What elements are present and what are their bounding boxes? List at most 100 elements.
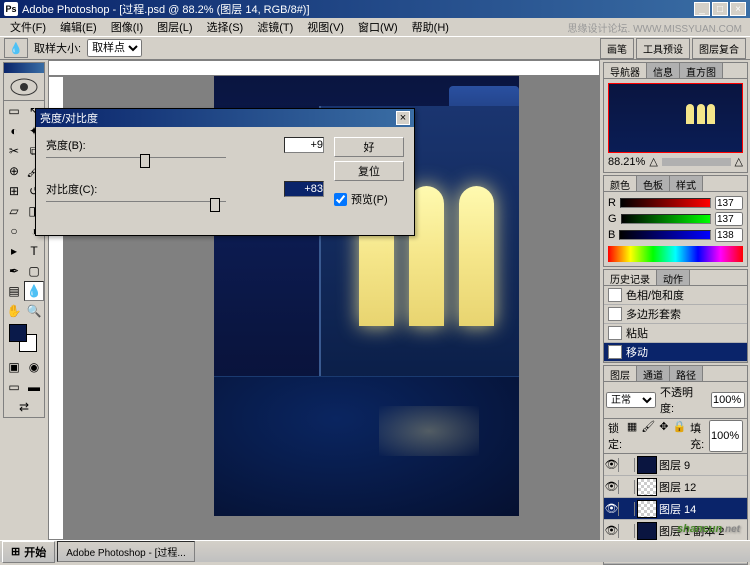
b-slider[interactable] [619, 230, 711, 240]
layer-item[interactable]: 👁图层 12 [604, 476, 747, 498]
fill-input[interactable] [709, 420, 743, 452]
taskbar-item[interactable]: Adobe Photoshop - [过程... [57, 541, 195, 562]
r-slider[interactable] [620, 198, 711, 208]
minimize-button[interactable]: _ [694, 2, 710, 16]
b-input[interactable] [715, 228, 743, 242]
marquee-tool[interactable]: ▭ [4, 101, 24, 121]
visibility-icon[interactable]: 👁 [605, 458, 619, 472]
quickmask-mode-icon[interactable]: ◉ [24, 357, 44, 377]
screen-mode-2-icon[interactable]: ▬ [24, 377, 44, 397]
menu-edit[interactable]: 编辑(E) [54, 18, 103, 36]
menu-window[interactable]: 窗口(W) [352, 18, 404, 36]
stamp-tool[interactable]: ⊞ [4, 181, 24, 201]
tab-histogram[interactable]: 直方图 [680, 63, 723, 78]
eyedropper-icon[interactable]: 💧 [4, 38, 28, 58]
standard-mode-icon[interactable]: ▣ [4, 357, 24, 377]
dock-tab-comps[interactable]: 图层复合 [692, 38, 746, 59]
color-spectrum[interactable] [608, 246, 743, 262]
menu-layer[interactable]: 图层(L) [151, 18, 198, 36]
brightness-slider[interactable] [46, 157, 226, 173]
ruler-horizontal[interactable] [48, 60, 600, 76]
maximize-button[interactable]: □ [712, 2, 728, 16]
dialog-titlebar[interactable]: 亮度/对比度 × [36, 109, 414, 127]
eraser-tool[interactable]: ▱ [4, 201, 24, 221]
shape-tool[interactable]: ▢ [24, 261, 44, 281]
link-icon[interactable] [621, 502, 635, 516]
opacity-input[interactable] [711, 392, 745, 408]
lock-move-icon[interactable]: ✥ [659, 420, 668, 452]
toolbox-header[interactable] [4, 63, 44, 73]
tab-paths[interactable]: 路径 [670, 366, 703, 381]
visibility-icon[interactable]: 👁 [605, 524, 619, 538]
tab-info[interactable]: 信息 [647, 63, 680, 78]
navigator-thumbnail[interactable] [608, 83, 743, 153]
r-input[interactable] [715, 196, 743, 210]
crop-tool[interactable]: ✂ [4, 141, 24, 161]
sample-size-select[interactable]: 取样点 [87, 39, 142, 57]
g-input[interactable] [715, 212, 743, 226]
layer-item[interactable]: 👁图层 14 [604, 498, 747, 520]
visibility-icon[interactable]: 👁 [605, 502, 619, 516]
ok-button[interactable]: 好 [334, 137, 404, 157]
menu-select[interactable]: 选择(S) [201, 18, 250, 36]
window-title: Adobe Photoshop - [过程.psd @ 88.2% (图层 14… [22, 1, 694, 17]
layer-item[interactable]: 👁图层 9 [604, 454, 747, 476]
zoom-in-icon[interactable]: △ [735, 155, 743, 168]
zoom-tool[interactable]: 🔍 [24, 301, 44, 321]
blend-mode-select[interactable]: 正常 [606, 392, 656, 408]
close-button[interactable]: × [730, 2, 746, 16]
link-icon[interactable] [621, 524, 635, 538]
history-item[interactable]: 粘贴 [604, 324, 747, 343]
eyedropper-tool[interactable]: 💧 [24, 281, 44, 301]
tab-navigator[interactable]: 导航器 [604, 63, 647, 78]
notes-tool[interactable]: ▤ [4, 281, 24, 301]
g-slider[interactable] [621, 214, 711, 224]
tab-color[interactable]: 颜色 [604, 176, 637, 191]
tab-layers[interactable]: 图层 [604, 366, 637, 381]
brightness-input[interactable] [284, 137, 324, 153]
tab-channels[interactable]: 通道 [637, 366, 670, 381]
lasso-tool[interactable]: ◐ [4, 121, 24, 141]
preview-checkbox[interactable] [334, 193, 347, 206]
menu-image[interactable]: 图像(I) [105, 18, 149, 36]
pen-tool[interactable]: ✒ [4, 261, 24, 281]
heal-tool[interactable]: ⊕ [4, 161, 24, 181]
jump-to-icon[interactable]: ⇄ [4, 397, 44, 417]
link-icon[interactable] [621, 458, 635, 472]
start-button[interactable]: ⊞ 开始 [2, 541, 55, 563]
layer-thumb [637, 456, 657, 474]
link-icon[interactable] [621, 480, 635, 494]
foreground-color[interactable] [9, 324, 27, 342]
hand-tool[interactable]: ✋ [4, 301, 24, 321]
reset-button[interactable]: 复位 [334, 161, 404, 181]
menu-file[interactable]: 文件(F) [4, 18, 52, 36]
lock-trans-icon[interactable]: ▦ [627, 420, 637, 452]
dialog-close-button[interactable]: × [396, 111, 410, 125]
tab-actions[interactable]: 动作 [657, 270, 690, 285]
path-tool[interactable]: ▸ [4, 241, 24, 261]
history-item[interactable]: 色相/饱和度 [604, 286, 747, 305]
lock-paint-icon[interactable]: 🖌 [641, 420, 655, 452]
blur-tool[interactable]: ○ [4, 221, 24, 241]
dock-tab-presets[interactable]: 工具预设 [636, 38, 690, 59]
tab-styles[interactable]: 样式 [670, 176, 703, 191]
menu-filter[interactable]: 滤镜(T) [251, 18, 299, 36]
zoom-slider[interactable] [662, 158, 731, 166]
tab-swatches[interactable]: 色板 [637, 176, 670, 191]
visibility-icon[interactable]: 👁 [605, 480, 619, 494]
contrast-slider[interactable] [46, 201, 226, 217]
zoom-out-icon[interactable]: △ [649, 155, 657, 168]
screen-mode-1-icon[interactable]: ▭ [4, 377, 24, 397]
history-icon [608, 288, 622, 302]
sample-size-label: 取样大小: [34, 40, 81, 56]
contrast-input[interactable] [284, 181, 324, 197]
dock-tab-brushes[interactable]: 画笔 [600, 38, 634, 59]
menu-view[interactable]: 视图(V) [301, 18, 350, 36]
title-bar: Ps Adobe Photoshop - [过程.psd @ 88.2% (图层… [0, 0, 750, 18]
history-item[interactable]: 移动 [604, 343, 747, 362]
lock-all-icon[interactable]: 🔒 [672, 420, 686, 452]
history-item[interactable]: 多边形套索 [604, 305, 747, 324]
type-tool[interactable]: T [24, 241, 44, 261]
tab-history[interactable]: 历史记录 [604, 270, 657, 285]
menu-help[interactable]: 帮助(H) [406, 18, 455, 36]
